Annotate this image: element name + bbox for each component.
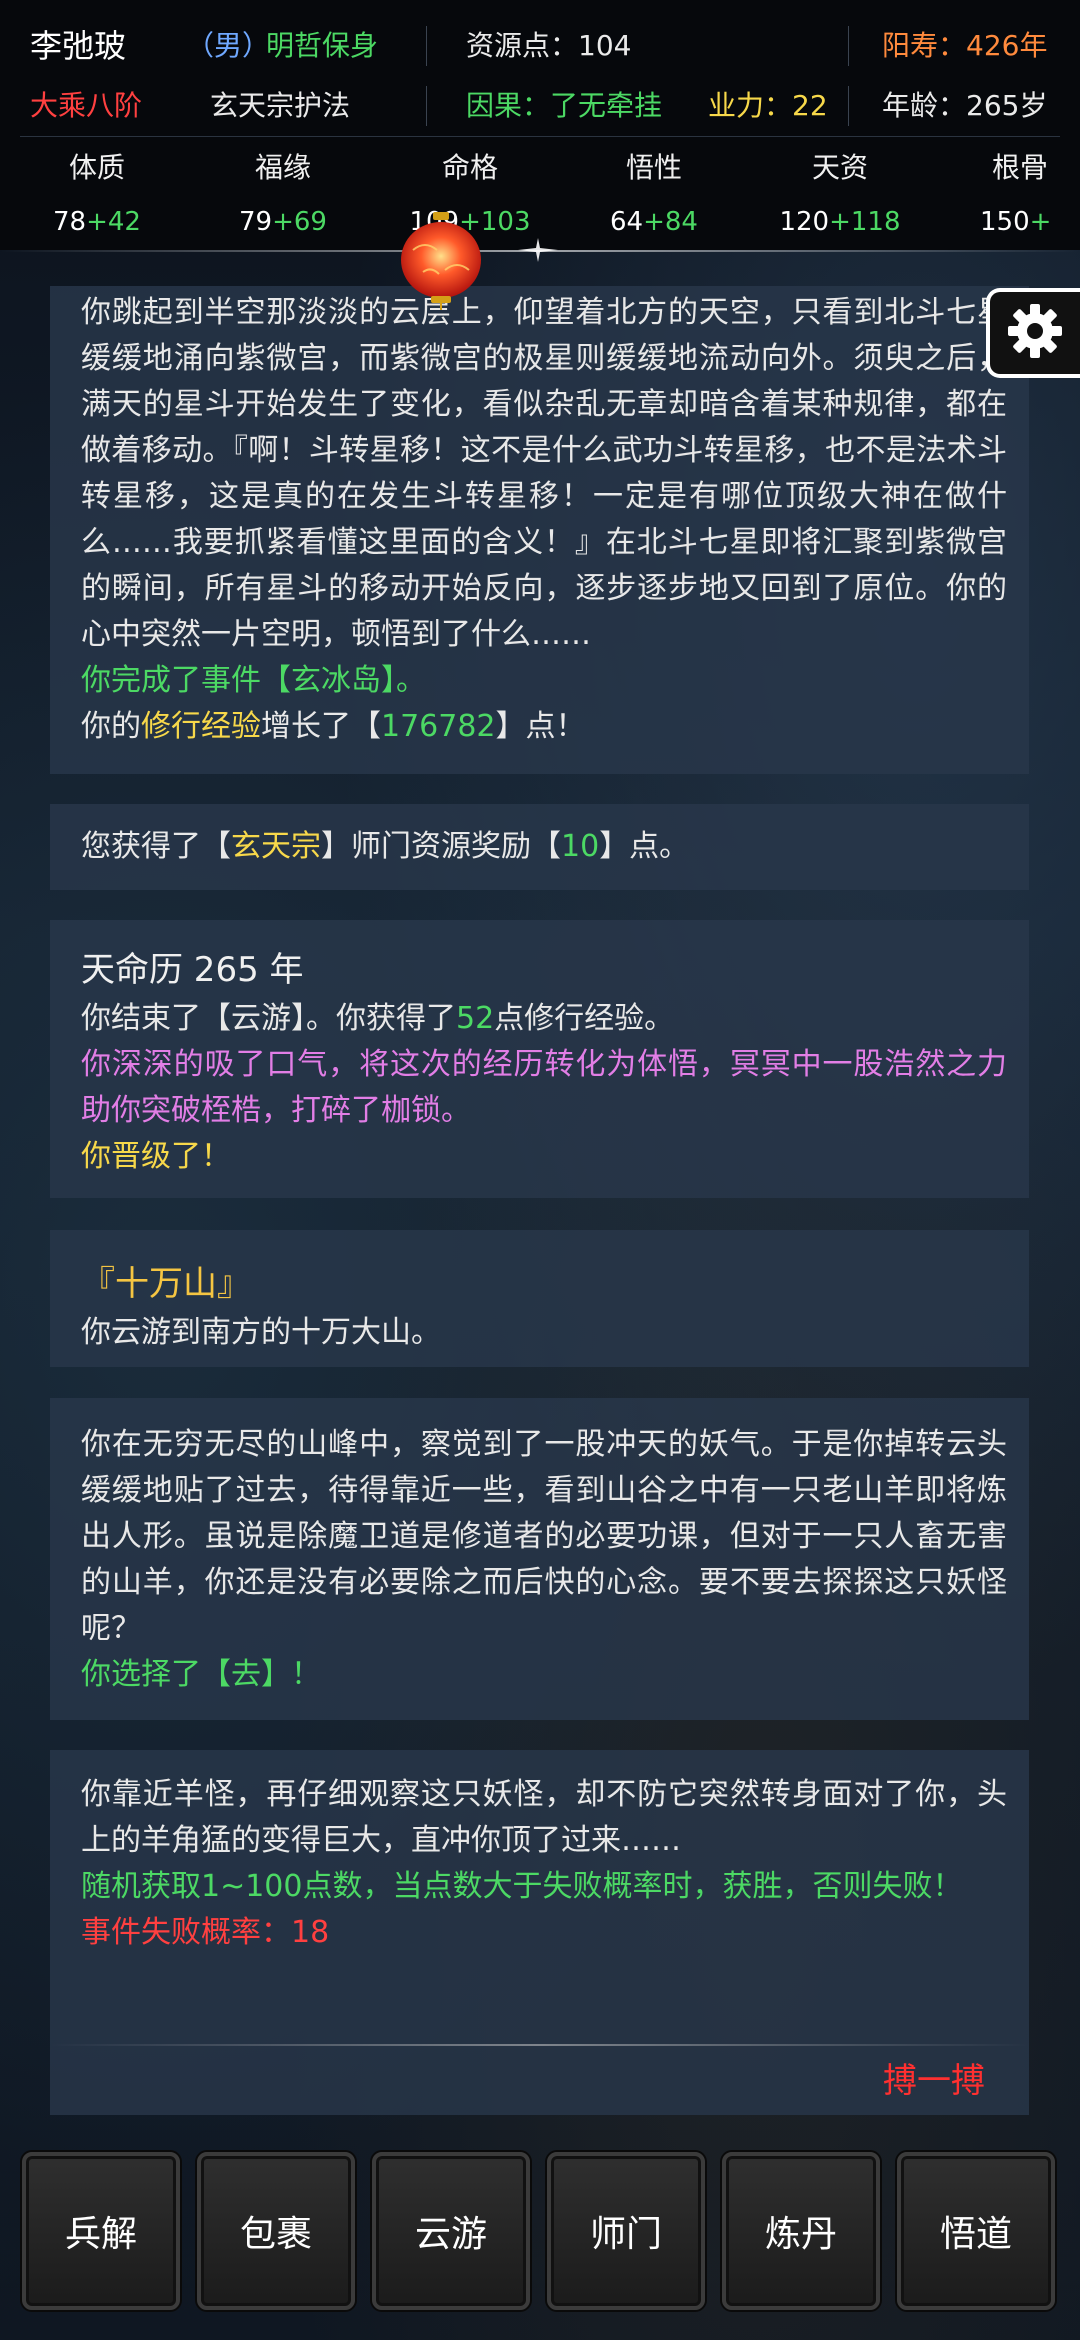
stat-bonus: + [1029, 207, 1052, 237]
stat-name: 根骨 [992, 151, 1049, 184]
sparkle-icon [518, 238, 558, 262]
stat-base: 120 [779, 207, 830, 237]
text-fragment: 点修行经验。 [494, 1001, 675, 1036]
year-title: 天命历 265 年 [81, 950, 304, 990]
karma-status: 因果：了无牵挂 [466, 89, 663, 122]
settings-button[interactable] [986, 288, 1080, 378]
stat-value: 120+118 [750, 202, 930, 242]
text-fragment: 】师门资源奖励【 [321, 829, 561, 864]
log-entry-5: 你在无穷无尽的山峰中，察觉到了一股冲天的妖气。于是你掉转云头缓缓地贴了过去，待得… [50, 1398, 1029, 1720]
divider [426, 26, 427, 66]
text-fragment: 您获得了【 [81, 829, 231, 864]
nav-button-travel[interactable]: 云游 [372, 2152, 530, 2310]
sect-name: 玄天宗 [231, 829, 321, 864]
text-fragment: 】点。 [599, 829, 690, 864]
character-age: 年龄：265岁 [882, 89, 1048, 122]
stat-bonus: +42 [86, 207, 141, 237]
levelup-text: 你晋级了！ [81, 1139, 231, 1174]
stat-base: 79 [239, 207, 273, 237]
rule-text: 随机获取1~100点数，当点数大于失败概率时，获胜，否则失败！ [81, 1869, 963, 1904]
location-title: 『十万山』 [81, 1264, 251, 1304]
card-divider [50, 2044, 1029, 2046]
nav-button-bingjie[interactable]: 兵解 [22, 2152, 180, 2310]
text-fragment: 你的 [81, 709, 141, 744]
stat-bone: 根骨 150+ [970, 148, 1080, 242]
game-screen: 李弛玻 （男） 明哲保身 资源点：104 阳寿：426年 大乘八阶 玄天宗护法 … [0, 0, 1080, 2340]
stat-name: 体质 [68, 151, 125, 184]
travel-end-text: 你结束了【云游】。你获得了52点修行经验。 [81, 996, 1007, 1042]
nav-button-inventory[interactable]: 包裹 [197, 2152, 355, 2310]
character-name: 李弛玻 [30, 27, 127, 65]
stat-name: 悟性 [625, 151, 682, 184]
divider [848, 86, 849, 126]
stat-constitution: 体质 78+42 [7, 148, 187, 242]
stat-value: 150+ [970, 202, 1080, 242]
fail-chance-text: 事件失败概率：18 [81, 1915, 330, 1950]
header-divider [20, 136, 1060, 137]
character-trait: 明哲保身 [266, 29, 379, 62]
stat-value: 78+42 [7, 202, 187, 242]
stat-value: 64+84 [564, 202, 744, 242]
story-text: 你在无穷无尽的山峰中，察觉到了一股冲天的妖气。于是你掉转云头缓缓地贴了过去，待得… [81, 1427, 1007, 1646]
divider [848, 26, 849, 66]
header-row-2: 大乘八阶 玄天宗护法 因果：了无牵挂 业力：22 年龄：265岁 [0, 82, 1080, 130]
stats-row: 体质 78+42 福缘 79+69 命格 109+103 悟性 64+84 天资… [0, 148, 1080, 244]
stat-base: 150 [980, 207, 1030, 237]
stat-name: 命格 [441, 151, 498, 184]
sect-reward-text: 您获得了【玄天宗】师门资源奖励【10】点。 [81, 824, 1007, 870]
character-header: 李弛玻 （男） 明哲保身 资源点：104 阳寿：426年 大乘八阶 玄天宗护法 … [0, 0, 1080, 250]
karma-force: 业力：22 [708, 89, 828, 122]
exp-amount: 176782 [381, 709, 496, 744]
stat-name: 福缘 [254, 151, 311, 184]
lantern-icon[interactable] [395, 210, 487, 310]
log-entry-2: 您获得了【玄天宗】师门资源奖励【10】点。 [50, 804, 1029, 890]
character-gender: （男） [186, 29, 271, 62]
stat-base: 78 [53, 207, 87, 237]
resource-points: 资源点：104 [466, 29, 632, 62]
exp-amount: 52 [456, 1001, 495, 1036]
header-row-1: 李弛玻 （男） 明哲保身 资源点：104 阳寿：426年 [0, 22, 1080, 70]
stat-name: 天资 [811, 151, 868, 184]
lifespan: 阳寿：426年 [882, 29, 1048, 62]
log-entry-3: 天命历 265 年 你结束了【云游】。你获得了52点修行经验。 你深深的吸了口气… [50, 920, 1029, 1198]
nav-button-sect[interactable]: 师门 [547, 2152, 705, 2310]
stat-fortune: 福缘 79+69 [193, 148, 373, 242]
log-entry-6: 你靠近羊怪，再仔细观察这只妖怪，却不防它突然转身面对了你，头上的羊角猛的变得巨大… [50, 1750, 1029, 2115]
exp-gain-text: 你的修行经验增长了【176782】点！ [81, 704, 1007, 750]
stat-base: 64 [610, 207, 644, 237]
story-text: 你跳起到半空那淡淡的云层上，仰望着北方的天空，只看到北斗七星缓缓地涌向紫微宫，而… [81, 295, 1007, 652]
story-text: 你靠近羊怪，再仔细观察这只妖怪，却不防它突然转身面对了你，头上的羊角猛的变得巨大… [81, 1777, 1007, 1858]
choice-text: 你选择了【去】！ [81, 1657, 321, 1692]
gamble-button[interactable]: 搏一搏 [883, 2058, 985, 2104]
log-entry-1: 你跳起到半空那淡淡的云层上，仰望着北方的天空，只看到北斗七星缓缓地涌向紫微宫，而… [50, 286, 1029, 774]
text-fragment: 增长了【 [261, 709, 381, 744]
divider [426, 86, 427, 126]
nav-button-enlightenment[interactable]: 悟道 [897, 2152, 1055, 2310]
breakthrough-text: 你深深的吸了口气，将这次的经历转化为体悟，冥冥中一股浩然之力助你突破桎梏，打碎了… [81, 1047, 1007, 1128]
cultivation-realm: 大乘八阶 [30, 89, 143, 122]
stat-value: 79+69 [193, 202, 373, 242]
text-fragment: 你结束了【云游】。你获得了 [81, 1001, 456, 1036]
stat-talent: 天资 120+118 [750, 148, 930, 242]
location-text: 你云游到南方的十万大山。 [81, 1315, 441, 1350]
stat-bonus: +118 [829, 207, 901, 237]
text-fragment: 】点！ [495, 709, 586, 744]
stat-comprehension: 悟性 64+84 [564, 148, 744, 242]
nav-button-alchemy[interactable]: 炼丹 [722, 2152, 880, 2310]
log-entry-4: 『十万山』 你云游到南方的十万大山。 [50, 1230, 1029, 1367]
stat-bonus: +84 [643, 207, 698, 237]
stat-bonus: +69 [272, 207, 327, 237]
gear-icon [1006, 302, 1064, 364]
bottom-nav: 兵解 包裹 云游 师门 炼丹 悟道 [0, 2140, 1080, 2340]
sect-role: 玄天宗护法 [210, 89, 351, 122]
event-complete-text: 你完成了事件【玄冰岛】。 [81, 663, 426, 698]
keyword-highlight: 修行经验 [141, 709, 261, 744]
reward-amount: 10 [561, 829, 600, 864]
